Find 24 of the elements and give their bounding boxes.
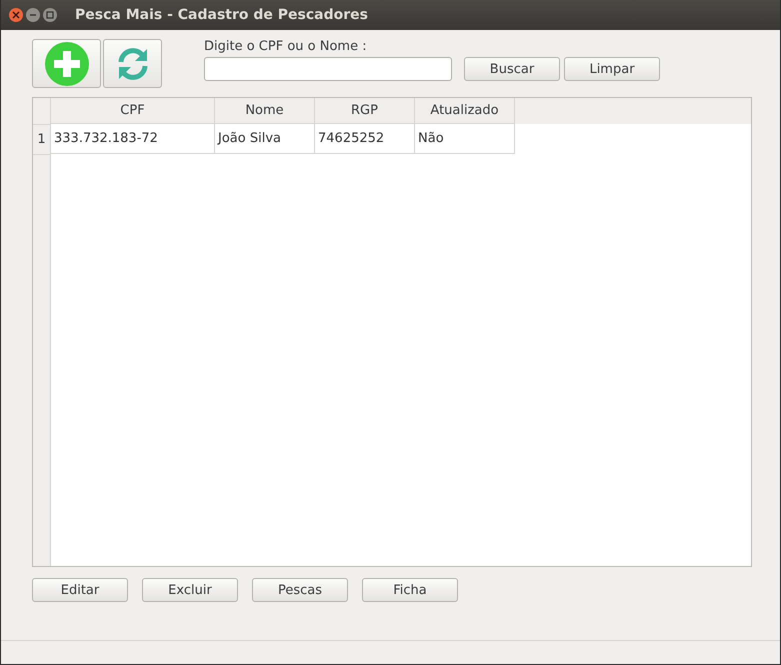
plus-icon xyxy=(44,40,90,86)
action-button[interactable]: Excluir xyxy=(142,578,238,602)
column-header[interactable]: Atualizado xyxy=(415,98,515,124)
search-field[interactable] xyxy=(204,57,452,81)
search-action-button[interactable]: Buscar xyxy=(464,57,560,81)
table-cell: João Silva xyxy=(215,124,315,154)
action-button[interactable]: Ficha xyxy=(362,578,458,602)
column-header[interactable]: Nome xyxy=(215,98,315,124)
search-label: Digite o CPF ou o Nome : xyxy=(204,39,368,54)
table-cell: 74625252 xyxy=(315,124,415,154)
table-cell: 333.732.183-72 xyxy=(51,124,215,154)
action-button[interactable]: Editar xyxy=(32,578,128,602)
add-button[interactable] xyxy=(32,39,101,88)
close-icon[interactable] xyxy=(9,8,23,22)
row-number: 1 xyxy=(33,125,50,155)
action-button[interactable]: Pescas xyxy=(252,578,348,602)
window-title: Pesca Mais - Cadastro de Pescadores xyxy=(75,7,368,23)
column-header[interactable]: RGP xyxy=(315,98,415,124)
table-cell: Não xyxy=(415,124,515,154)
refresh-button[interactable] xyxy=(103,39,162,88)
column-header[interactable]: CPF xyxy=(51,98,215,124)
maximize-icon[interactable] xyxy=(43,8,57,22)
minimize-icon[interactable] xyxy=(26,8,40,22)
search-action-button[interactable]: Limpar xyxy=(564,57,660,81)
